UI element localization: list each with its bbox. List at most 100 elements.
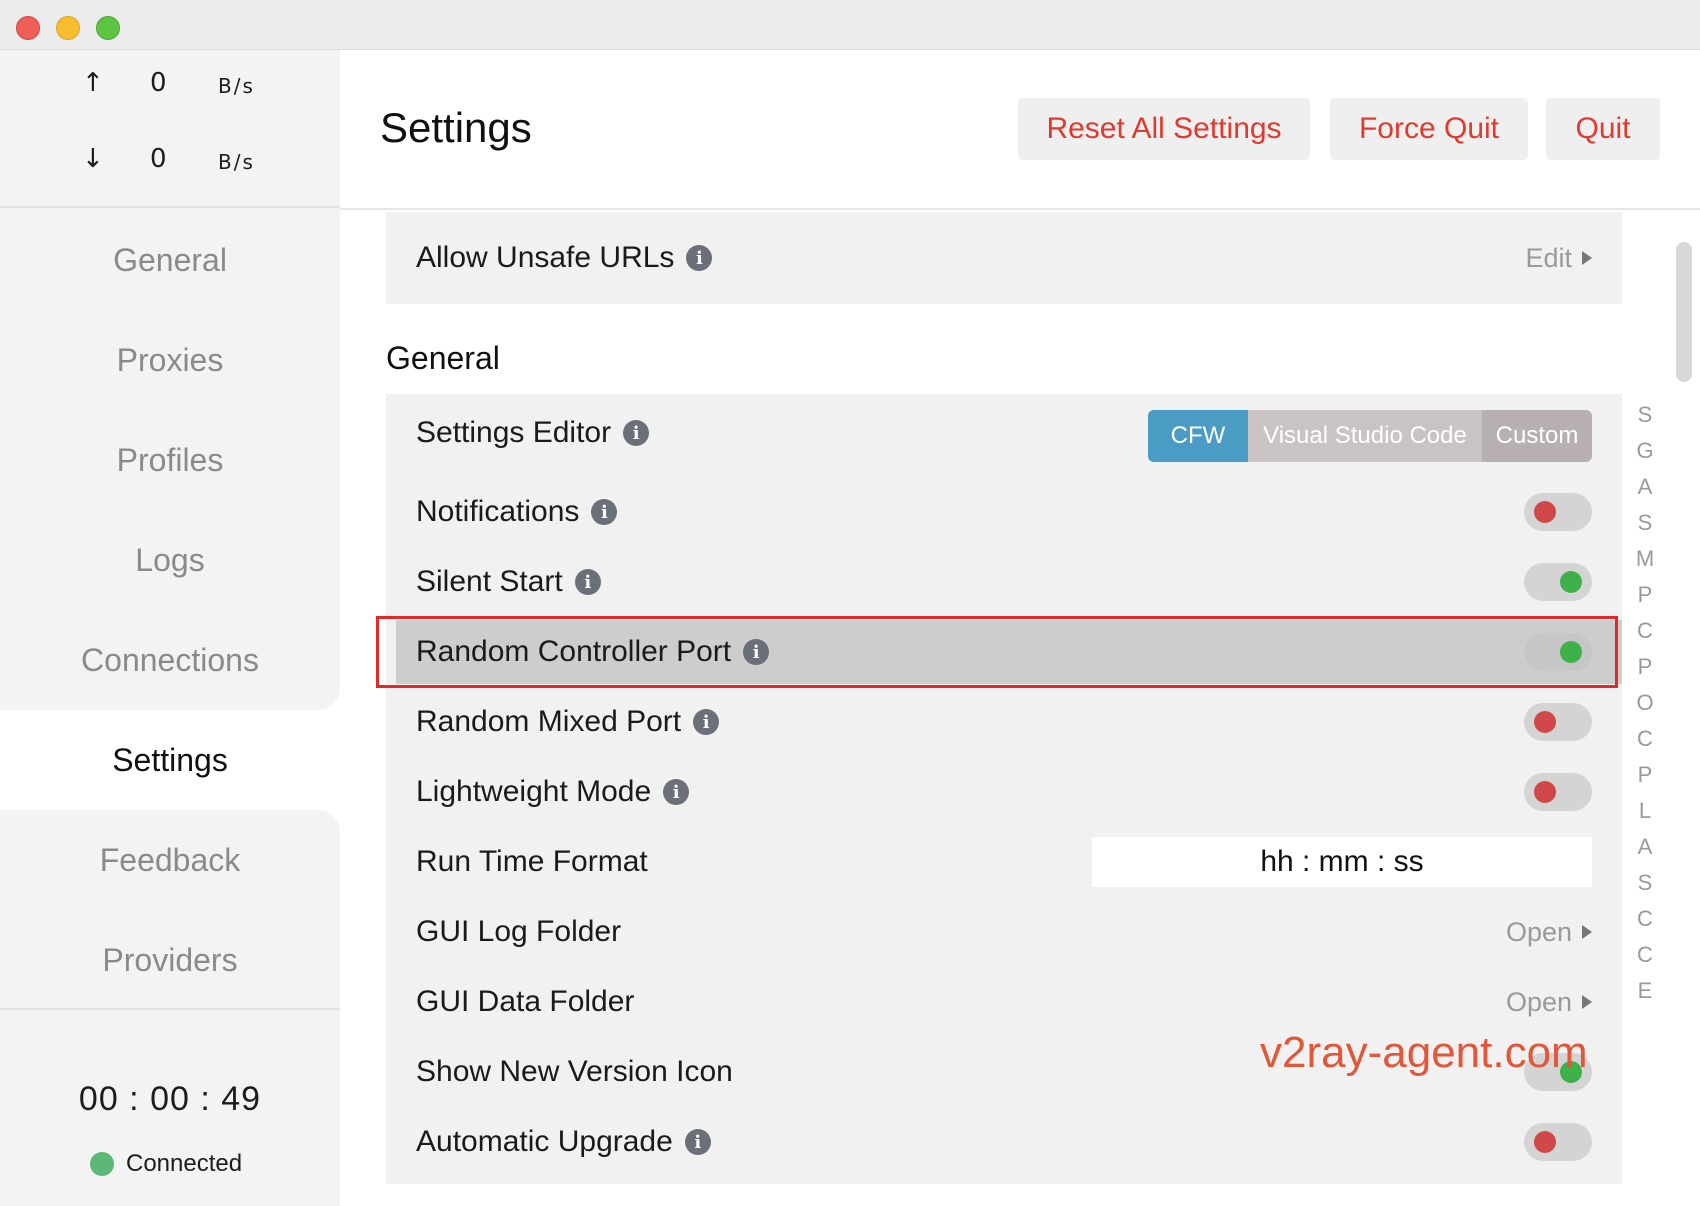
page-header: Settings Reset All Settings Force Quit Q… bbox=[340, 50, 1700, 210]
sidebar-item-settings[interactable]: Settings bbox=[0, 710, 340, 810]
reset-all-settings-button[interactable]: Reset All Settings bbox=[1018, 98, 1310, 160]
sidebar-item-logs[interactable]: Logs bbox=[0, 510, 340, 610]
silent-start-label: Silent Start bbox=[416, 565, 563, 598]
settings-editor-segmented-control: CFW Visual Studio Code Custom bbox=[1148, 410, 1592, 462]
settings-editor-row: Settings Editor i CFW Visual Studio Code … bbox=[386, 404, 1622, 468]
traffic-monitor: ↑ 0 B/s ↓ 0 B/s bbox=[0, 50, 340, 208]
index-letter[interactable]: S bbox=[1630, 510, 1660, 546]
index-letter[interactable]: O bbox=[1630, 690, 1660, 726]
index-letter[interactable]: C bbox=[1630, 618, 1660, 654]
index-letter[interactable]: M bbox=[1630, 546, 1660, 582]
close-window-button[interactable] bbox=[16, 16, 40, 40]
section-index: S G A S M P C P O C P L A S C C E bbox=[1630, 402, 1660, 1014]
silent-start-toggle[interactable] bbox=[1524, 563, 1592, 601]
segment-visual-studio-code[interactable]: Visual Studio Code bbox=[1248, 410, 1482, 462]
section-title-general: General bbox=[386, 340, 500, 376]
index-letter[interactable]: C bbox=[1630, 726, 1660, 762]
upload-unit: B/s bbox=[218, 74, 255, 98]
index-letter[interactable]: A bbox=[1630, 834, 1660, 870]
settings-content: Allow Unsafe URLs i Edit General Settings… bbox=[340, 212, 1700, 1206]
download-value: 0 bbox=[150, 144, 167, 174]
window-titlebar bbox=[0, 0, 1700, 50]
sidebar-footer: 00 : 00 : 49 Connected bbox=[0, 1008, 340, 1206]
watermark-text: v2ray-agent.com bbox=[1260, 1028, 1588, 1077]
run-time-format-row: Run Time Format bbox=[386, 830, 1622, 894]
notifications-toggle[interactable] bbox=[1524, 493, 1592, 531]
info-icon[interactable]: i bbox=[693, 709, 720, 735]
minimize-window-button[interactable] bbox=[56, 16, 80, 40]
caret-right-icon bbox=[1582, 925, 1592, 939]
index-letter[interactable]: C bbox=[1630, 906, 1660, 942]
sidebar-item-proxies[interactable]: Proxies bbox=[0, 310, 340, 410]
sidebar-nav: General Proxies Profiles Logs Connection… bbox=[0, 210, 340, 1010]
content-scrollbar[interactable] bbox=[1672, 232, 1692, 1192]
allow-unsafe-urls-edit-link[interactable]: Edit bbox=[1525, 243, 1592, 274]
status-dot-icon bbox=[90, 1152, 114, 1176]
index-letter[interactable]: P bbox=[1630, 762, 1660, 798]
segment-custom[interactable]: Custom bbox=[1482, 410, 1592, 462]
sidebar-item-connections[interactable]: Connections bbox=[0, 610, 340, 710]
gui-log-folder-row: GUI Log Folder Open bbox=[386, 900, 1622, 964]
upload-arrow-icon: ↑ bbox=[82, 68, 104, 98]
highlight-annotation-box bbox=[376, 616, 1618, 688]
index-letter[interactable]: A bbox=[1630, 474, 1660, 510]
info-icon[interactable]: i bbox=[663, 779, 690, 805]
lightweight-mode-label: Lightweight Mode bbox=[416, 775, 652, 808]
sidebar-item-feedback[interactable]: Feedback bbox=[0, 810, 340, 910]
automatic-upgrade-label: Automatic Upgrade bbox=[416, 1125, 673, 1158]
random-mixed-port-toggle[interactable] bbox=[1524, 703, 1592, 741]
gui-data-folder-label: GUI Data Folder bbox=[416, 985, 635, 1018]
info-icon[interactable]: i bbox=[684, 1129, 711, 1155]
caret-right-icon bbox=[1582, 995, 1592, 1009]
info-icon[interactable]: i bbox=[623, 420, 650, 446]
index-letter[interactable]: L bbox=[1630, 798, 1660, 834]
sidebar-item-providers[interactable]: Providers bbox=[0, 910, 340, 1010]
segment-cfw[interactable]: CFW bbox=[1148, 410, 1248, 462]
index-letter[interactable]: G bbox=[1630, 438, 1660, 474]
info-icon[interactable]: i bbox=[574, 569, 601, 595]
allow-unsafe-urls-card: Allow Unsafe URLs i Edit bbox=[386, 212, 1622, 304]
run-timer: 00 : 00 : 49 bbox=[78, 1080, 262, 1118]
automatic-upgrade-row: Automatic Upgrade i bbox=[386, 1110, 1622, 1174]
settings-editor-label: Settings Editor bbox=[416, 416, 612, 449]
info-icon[interactable]: i bbox=[686, 245, 713, 271]
random-mixed-port-label: Random Mixed Port bbox=[416, 705, 682, 738]
run-time-format-label: Run Time Format bbox=[416, 845, 648, 878]
index-letter[interactable]: C bbox=[1630, 942, 1660, 978]
gui-data-folder-row: GUI Data Folder Open bbox=[386, 970, 1622, 1034]
connection-status: Connected bbox=[90, 1150, 242, 1178]
download-unit: B/s bbox=[218, 150, 255, 174]
gui-log-folder-open-link[interactable]: Open bbox=[1506, 917, 1592, 948]
caret-right-icon bbox=[1582, 251, 1592, 265]
notifications-row: Notifications i bbox=[386, 480, 1622, 544]
show-new-version-icon-label: Show New Version Icon bbox=[416, 1055, 733, 1088]
lightweight-mode-toggle[interactable] bbox=[1524, 773, 1592, 811]
download-speed: ↓ 0 B/s bbox=[0, 144, 340, 184]
zoom-window-button[interactable] bbox=[96, 16, 120, 40]
gui-log-folder-label: GUI Log Folder bbox=[416, 915, 622, 948]
sidebar-item-profiles[interactable]: Profiles bbox=[0, 410, 340, 510]
random-mixed-port-row: Random Mixed Port i bbox=[386, 690, 1622, 754]
status-text: Connected bbox=[126, 1150, 243, 1177]
info-icon[interactable]: i bbox=[591, 499, 618, 525]
silent-start-row: Silent Start i bbox=[386, 550, 1622, 614]
upload-speed: ↑ 0 B/s bbox=[0, 68, 340, 108]
index-letter[interactable]: S bbox=[1630, 870, 1660, 906]
index-letter[interactable]: P bbox=[1630, 582, 1660, 618]
automatic-upgrade-toggle[interactable] bbox=[1524, 1123, 1592, 1161]
allow-unsafe-urls-row: Allow Unsafe URLs i Edit bbox=[386, 226, 1622, 290]
gui-data-folder-open-link[interactable]: Open bbox=[1506, 987, 1592, 1018]
upload-value: 0 bbox=[150, 68, 167, 98]
scrollbar-thumb[interactable] bbox=[1676, 242, 1692, 382]
quit-button[interactable]: Quit bbox=[1546, 98, 1660, 160]
index-letter[interactable]: P bbox=[1630, 654, 1660, 690]
index-letter[interactable]: S bbox=[1630, 402, 1660, 438]
download-arrow-icon: ↓ bbox=[82, 144, 104, 174]
notifications-label: Notifications bbox=[416, 495, 580, 528]
sidebar-item-general[interactable]: General bbox=[0, 210, 340, 310]
sidebar: ↑ 0 B/s ↓ 0 B/s General Proxies Profiles… bbox=[0, 50, 340, 1206]
index-letter[interactable]: E bbox=[1630, 978, 1660, 1014]
run-time-format-input[interactable] bbox=[1092, 837, 1592, 887]
force-quit-button[interactable]: Force Quit bbox=[1330, 98, 1528, 160]
lightweight-mode-row: Lightweight Mode i bbox=[386, 760, 1622, 824]
